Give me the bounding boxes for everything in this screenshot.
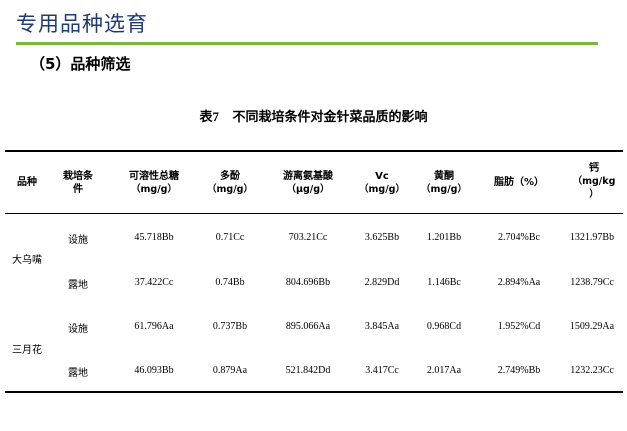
header-calcium-unit: （mg/kg <box>572 176 616 187</box>
section-heading: （5）品种筛选 <box>30 55 131 73</box>
header-flavone-unit: （mg/g） <box>421 184 467 195</box>
header-calcium-unit2: ） <box>589 189 599 200</box>
condition-label: 露地 <box>68 280 88 291</box>
header-polyphenol: 多酚 （mg/g） <box>200 170 260 196</box>
cell-vc: 3.845Aa <box>364 321 400 332</box>
header-soluble-sugar: 可溶性总糖 （mg/g） <box>118 170 190 196</box>
header-vc-unit: （mg/g） <box>359 184 405 195</box>
cell-fat: 2.894%Aa <box>497 277 541 288</box>
header-amino-acid-label: 游离氨基酸 <box>283 171 333 182</box>
table-bottom-rule <box>5 391 623 393</box>
table-top-rule <box>5 150 623 152</box>
header-amino-acid: 游离氨基酸 （μg/g） <box>272 170 344 196</box>
header-vc-label: Vc <box>375 171 389 182</box>
table-caption-number: 表7 <box>199 109 219 124</box>
cell-calcium: 1238.79Cc <box>570 277 614 288</box>
cell-soluble-sugar: 37.422Cc <box>134 277 174 288</box>
title-underline <box>16 42 598 45</box>
cell-polyphenol: 0.737Bb <box>212 321 248 332</box>
header-flavone: 黄酮 （mg/g） <box>414 170 474 196</box>
header-condition-label: 栽培条 <box>63 171 93 182</box>
cell-fat: 2.749%Bb <box>497 365 541 376</box>
cell-vc: 3.625Bb <box>364 232 400 243</box>
cell-amino-acid: 804.696Bb <box>285 277 331 288</box>
cell-soluble-sugar: 45.718Bb <box>134 232 174 243</box>
header-condition: 栽培条 件 <box>58 170 98 196</box>
cell-flavone: 1.146Bc <box>427 277 461 288</box>
header-soluble-sugar-unit: （mg/g） <box>131 184 177 195</box>
cell-soluble-sugar: 46.093Bb <box>134 365 174 376</box>
header-calcium-label: 钙 <box>589 163 599 174</box>
cell-flavone: 0.968Cd <box>426 321 462 332</box>
table-caption-text: 不同栽培条件对金针菜品质的影响 <box>232 110 428 125</box>
cell-calcium: 1509.29Aa <box>569 321 615 332</box>
variety-label: 大乌嘴 <box>12 255 42 266</box>
cell-fat: 1.952%Cd <box>497 321 541 332</box>
header-condition-label2: 件 <box>73 184 83 195</box>
cell-polyphenol: 0.71Cc <box>215 232 245 243</box>
cell-amino-acid: 703.21Cc <box>288 232 328 243</box>
header-polyphenol-label: 多酚 <box>220 171 240 182</box>
header-variety: 品种 <box>12 176 42 189</box>
variety-label: 三月花 <box>12 345 42 356</box>
cell-vc: 3.417Cc <box>365 365 399 376</box>
cell-flavone: 1.201Bb <box>426 232 462 243</box>
cell-amino-acid: 521.842Dd <box>285 365 331 376</box>
header-polyphenol-unit: （mg/g） <box>207 184 253 195</box>
table-header-rule <box>5 213 623 214</box>
slide-title: 专用品种选育 <box>16 12 148 36</box>
header-amino-acid-unit: （μg/g） <box>286 184 330 195</box>
header-flavone-label: 黄酮 <box>434 171 454 182</box>
cell-flavone: 2.017Aa <box>426 365 462 376</box>
header-fat: 脂肪（%） <box>484 176 554 189</box>
cell-fat: 2.704%Bc <box>498 232 540 243</box>
cell-polyphenol: 0.74Bb <box>215 277 245 288</box>
cell-amino-acid: 895.066Aa <box>285 321 331 332</box>
cell-soluble-sugar: 61.796Aa <box>134 321 174 332</box>
header-soluble-sugar-label: 可溶性总糖 <box>129 171 179 182</box>
cell-polyphenol: 0.879Aa <box>212 365 248 376</box>
header-calcium: 钙 （mg/kg ） <box>566 162 622 201</box>
header-variety-label: 品种 <box>17 177 37 188</box>
header-vc: Vc （mg/g） <box>352 170 412 196</box>
header-fat-label: 脂肪（%） <box>493 177 545 188</box>
condition-label: 露地 <box>68 368 88 379</box>
table-caption: 表7 不同栽培条件对金针菜品质的影响 <box>0 106 627 125</box>
condition-label: 设施 <box>68 235 88 246</box>
cell-vc: 2.829Dd <box>364 277 400 288</box>
condition-label: 设施 <box>68 324 88 335</box>
cell-calcium: 1321.97Bb <box>569 232 615 243</box>
cell-calcium: 1232.23Cc <box>570 365 614 376</box>
